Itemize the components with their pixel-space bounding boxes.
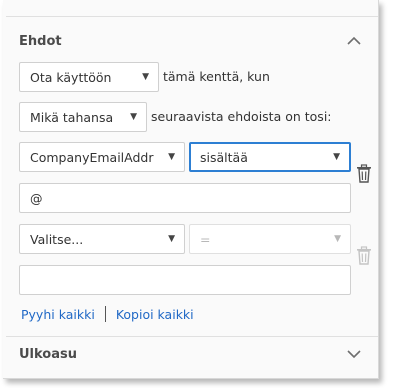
appearance-title: Ulkoasu (19, 346, 78, 362)
condition-2-field-select[interactable]: Valitse... ▼ (19, 224, 185, 254)
condition-1-value-input[interactable]: @ (19, 183, 351, 213)
condition-1-operator-select[interactable]: sisältää ▼ (189, 142, 351, 172)
top-divider (6, 16, 378, 17)
dropdown-arrow-icon: ▼ (333, 152, 340, 162)
clear-all-link[interactable]: Pyyhi kaikki (21, 307, 95, 322)
dropdown-arrow-icon: ▼ (142, 72, 149, 82)
condition-1-value-text: @ (30, 190, 43, 206)
match-text: seuraavista ehdoista on tosi: (151, 109, 332, 124)
chevron-down-icon[interactable] (346, 348, 362, 360)
delete-condition-2-trash-icon[interactable] (356, 246, 372, 266)
appearance-header[interactable]: Ulkoasu (19, 343, 362, 365)
match-select[interactable]: Mikä tahansa ▼ (19, 102, 147, 132)
condition-2-field-value: Valitse... (30, 231, 84, 247)
condition-2-operator-value: = (200, 231, 211, 247)
delete-condition-1-trash-icon[interactable] (356, 164, 372, 184)
action-select[interactable]: Ota käyttöön ▼ (19, 62, 159, 92)
action-text: tämä kenttä, kun (163, 69, 270, 84)
link-separator (104, 306, 106, 322)
form-rules-panel: Ehdot Ota käyttöön ▼ tämä kenttä, kun Mi… (3, 0, 379, 379)
condition-1-field-select[interactable]: CompanyEmailAddr ▼ (19, 142, 185, 172)
section-divider (6, 336, 378, 337)
match-select-value: Mikä tahansa (30, 109, 114, 125)
condition-2-operator-select: = ▼ (189, 224, 351, 254)
dropdown-arrow-icon: ▼ (334, 234, 341, 244)
dropdown-arrow-icon: ▼ (130, 112, 137, 122)
copy-all-link[interactable]: Kopioi kaikki (116, 307, 194, 322)
condition-actions: Pyyhi kaikki Kopioi kaikki (21, 306, 194, 322)
condition-2-value-input[interactable] (19, 265, 351, 295)
dropdown-arrow-icon: ▼ (168, 234, 175, 244)
condition-1-operator-value: sisältää (200, 149, 248, 165)
chevron-up-icon[interactable] (346, 35, 362, 47)
conditions-title: Ehdot (19, 33, 62, 49)
action-select-value: Ota käyttöön (30, 69, 112, 85)
condition-1-field-value: CompanyEmailAddr (30, 149, 154, 165)
conditions-header[interactable]: Ehdot (19, 30, 362, 52)
dropdown-arrow-icon: ▼ (168, 152, 175, 162)
